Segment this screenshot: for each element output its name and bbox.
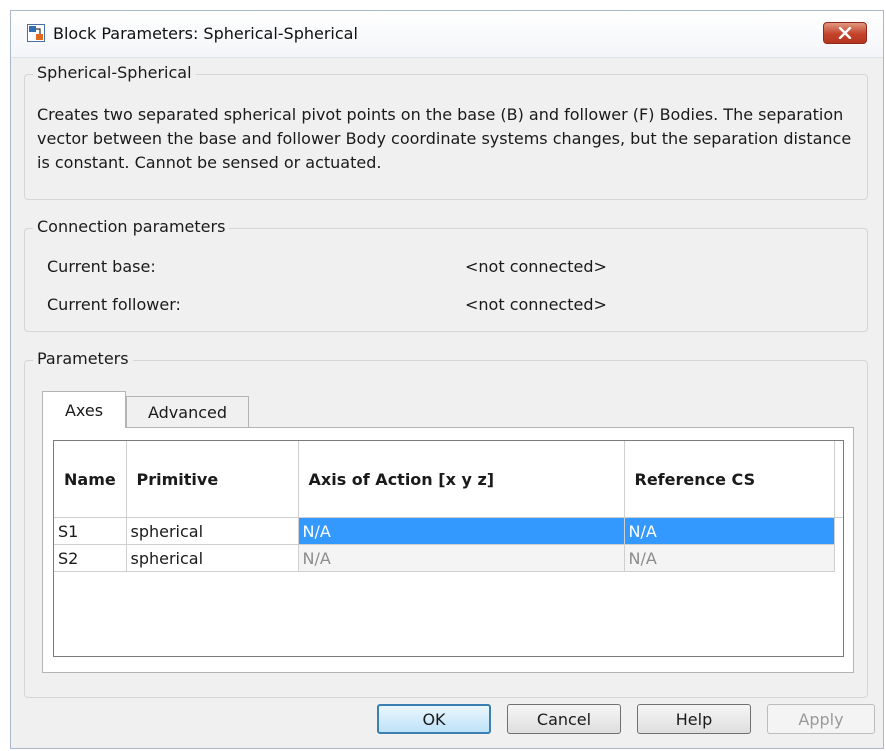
help-button[interactable]: Help (637, 704, 751, 734)
block-group-title: Spherical-Spherical (33, 63, 196, 82)
window-title: Block Parameters: Spherical-Spherical (53, 24, 358, 43)
cancel-button-label: Cancel (536, 709, 592, 729)
title-bar[interactable]: Block Parameters: Spherical-Spherical (11, 11, 883, 58)
cell-axis[interactable]: N/A (298, 517, 625, 545)
current-follower-label: Current follower: (47, 295, 181, 314)
column-header-name[interactable]: Name (54, 441, 127, 518)
table-row[interactable]: S2 spherical N/A N/A (54, 544, 843, 572)
dialog-window: Block Parameters: Spherical-Spherical Sp… (10, 10, 884, 749)
block-description: Creates two separated spherical pivot po… (37, 105, 852, 172)
connection-parameters-group: Connection parameters Current base: <not… (24, 217, 868, 332)
tab-advanced[interactable]: Advanced (126, 396, 249, 428)
current-base-label: Current base: (47, 257, 156, 276)
cell-filler (834, 518, 843, 545)
table-row[interactable]: S1 spherical N/A N/A (54, 517, 843, 545)
ok-button[interactable]: OK (377, 704, 491, 734)
help-button-label: Help (675, 709, 713, 729)
close-icon (838, 24, 852, 43)
column-header-filler (834, 441, 843, 518)
tab-axes-label: Axes (64, 400, 104, 420)
cell-name[interactable]: S2 (54, 544, 127, 572)
column-header-primitive[interactable]: Primitive (126, 441, 299, 518)
simulink-block-icon (27, 24, 45, 42)
apply-button[interactable]: Apply (767, 704, 875, 734)
primitives-grid: Name Primitive Axis of Action [x y z] Re… (54, 441, 843, 572)
cell-reference[interactable]: N/A (624, 517, 835, 545)
dialog-content: Spherical-Spherical Creates two separate… (11, 58, 883, 748)
apply-button-label: Apply (798, 709, 844, 729)
tab-advanced-label: Advanced (147, 403, 228, 422)
current-base-value: <not connected> (465, 257, 607, 276)
parameters-group-title: Parameters (33, 349, 133, 368)
close-button[interactable] (823, 22, 867, 44)
primitives-table: Name Primitive Axis of Action [x y z] Re… (53, 440, 844, 657)
cell-primitive[interactable]: spherical (126, 517, 299, 545)
current-follower-value: <not connected> (465, 295, 607, 314)
cell-filler (834, 545, 843, 572)
tab-axes[interactable]: Axes (42, 391, 126, 428)
cell-name[interactable]: S1 (54, 517, 127, 545)
column-header-axis[interactable]: Axis of Action [x y z] (298, 441, 625, 518)
cancel-button[interactable]: Cancel (507, 704, 621, 734)
cell-primitive[interactable]: spherical (126, 544, 299, 572)
column-header-reference[interactable]: Reference CS (624, 441, 835, 518)
cell-reference[interactable]: N/A (624, 544, 835, 572)
block-description-group: Spherical-Spherical Creates two separate… (24, 63, 868, 200)
cell-axis[interactable]: N/A (298, 544, 625, 572)
ok-button-label: OK (422, 709, 446, 729)
connection-group-title: Connection parameters (33, 217, 230, 236)
axes-tab-panel: Name Primitive Axis of Action [x y z] Re… (42, 427, 854, 673)
